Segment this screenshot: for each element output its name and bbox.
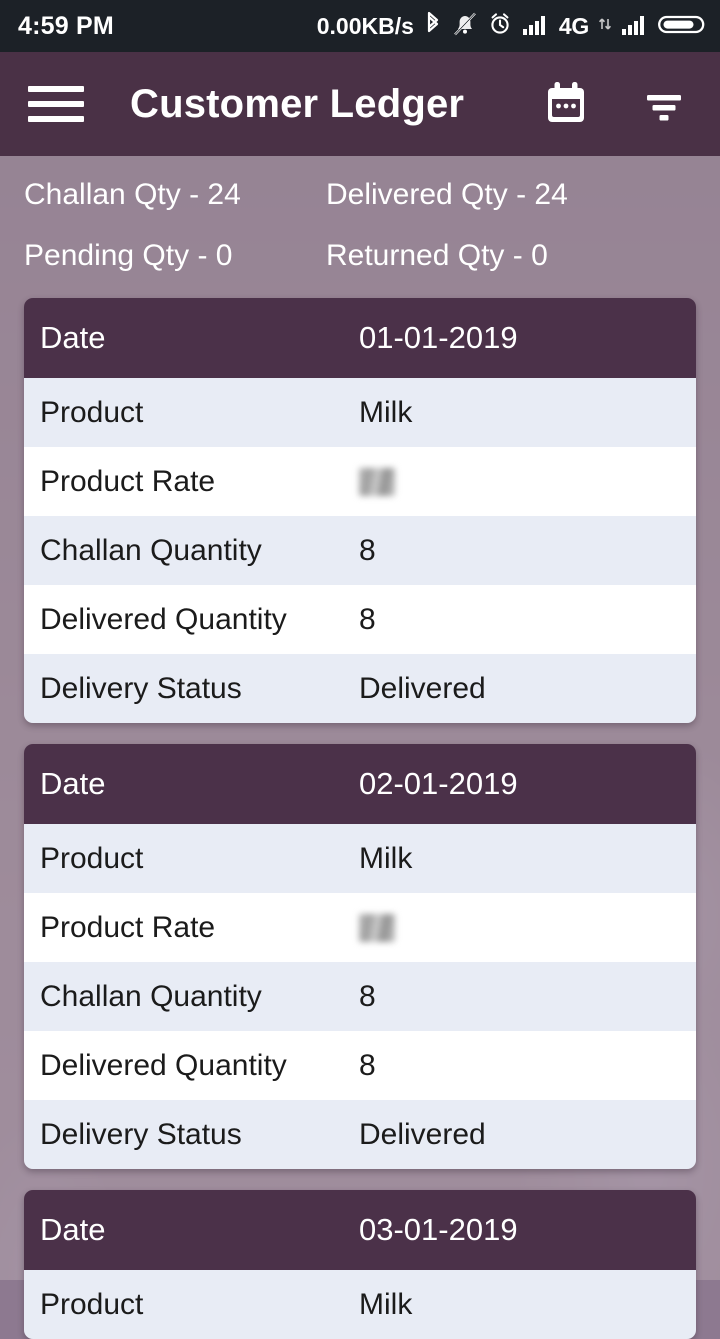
card-header-row: Date 01-01-2019 — [24, 298, 696, 378]
challan-quantity-row: Challan Quantity 8 — [24, 962, 696, 1031]
product-rate-label: Product Rate — [40, 464, 216, 498]
challan-quantity-label: Challan Quantity — [40, 533, 262, 567]
data-transfer-icon — [598, 10, 612, 43]
delivery-status-row: Delivery Status Delivered — [24, 1100, 696, 1169]
status-icons: 0.00KB/s 4G — [317, 10, 706, 43]
challan-quantity-row: Challan Quantity 8 — [24, 516, 696, 585]
delivery-status-row: Delivery Status Delivered — [24, 654, 696, 723]
delivered-quantity-value: 8 — [359, 1048, 376, 1082]
ledger-card[interactable]: Date 03-01-2019 Product Milk — [24, 1190, 696, 1339]
ledger-card-list[interactable]: Date 01-01-2019 Product Milk Product Rat… — [0, 298, 720, 1339]
summary-row-1: Challan Qty - 24 Delivered Qty - 24 — [24, 178, 720, 239]
app-bar: Customer Ledger — [0, 52, 720, 156]
delivery-status-value: Delivered — [359, 1117, 486, 1151]
filter-icon[interactable] — [634, 74, 694, 134]
product-label: Product — [40, 1287, 144, 1321]
alarm-clock-icon — [487, 10, 513, 43]
date-value: 01-01-2019 — [359, 320, 518, 355]
delivered-quantity-value: 8 — [359, 602, 376, 636]
calendar-icon[interactable] — [536, 74, 596, 134]
status-clock: 4:59 PM — [18, 11, 114, 40]
card-header-row: Date 03-01-2019 — [24, 1190, 696, 1270]
product-rate-row: Product Rate — [24, 893, 696, 962]
ledger-card[interactable]: Date 01-01-2019 Product Milk Product Rat… — [24, 298, 696, 723]
date-label: Date — [40, 766, 106, 801]
battery-icon — [658, 10, 706, 43]
product-value: Milk — [359, 395, 413, 429]
summary-band: Challan Qty - 24 Delivered Qty - 24 Pend… — [0, 156, 720, 292]
product-label: Product — [40, 395, 144, 429]
status-bar: 4:59 PM 0.00KB/s 4G — [0, 0, 720, 52]
date-value: 03-01-2019 — [359, 1212, 518, 1247]
product-value: Milk — [359, 1287, 413, 1321]
hamburger-bar-3 — [28, 116, 84, 122]
product-rate-label: Product Rate — [40, 910, 216, 944]
hamburger-bar-2 — [28, 101, 84, 107]
challan-quantity-value: 8 — [359, 979, 376, 1013]
delivered-quantity-label: Delivered Quantity — [40, 1048, 287, 1082]
redacted-value-block — [359, 467, 395, 496]
mute-bell-icon — [452, 10, 478, 43]
network-speed-text: 0.00KB/s — [316, 12, 414, 39]
date-label: Date — [40, 1212, 106, 1247]
product-rate-row: Product Rate — [24, 447, 696, 516]
product-row: Product Milk — [24, 824, 696, 893]
hamburger-bar-1 — [28, 86, 84, 92]
product-value: Milk — [359, 841, 413, 875]
signal-bars-icon — [522, 10, 550, 43]
delivery-status-label: Delivery Status — [40, 1117, 242, 1151]
date-value: 02-01-2019 — [359, 766, 518, 801]
challan-quantity-label: Challan Quantity — [40, 979, 262, 1013]
product-rate-value — [359, 465, 395, 499]
product-rate-value — [359, 911, 395, 945]
product-row: Product Milk — [24, 1270, 696, 1339]
bluetooth-icon — [423, 10, 443, 43]
delivery-status-label: Delivery Status — [40, 671, 242, 705]
challan-quantity-value: 8 — [359, 533, 376, 567]
page-title: Customer Ledger — [130, 81, 465, 126]
summary-row-2: Pending Qty - 0 Returned Qty - 0 — [24, 239, 720, 300]
delivered-quantity-label: Delivered Quantity — [40, 602, 287, 636]
network-type-text: 4G — [558, 12, 589, 39]
product-label: Product — [40, 841, 144, 875]
delivered-quantity-row: Delivered Quantity 8 — [24, 585, 696, 654]
date-label: Date — [40, 320, 106, 355]
returned-qty-summary: Returned Qty - 0 — [326, 239, 548, 272]
card-header-row: Date 02-01-2019 — [24, 744, 696, 824]
ledger-card[interactable]: Date 02-01-2019 Product Milk Product Rat… — [24, 744, 696, 1169]
redacted-value-block — [359, 913, 395, 942]
challan-qty-summary: Challan Qty - 24 — [24, 178, 241, 211]
delivered-qty-summary: Delivered Qty - 24 — [326, 178, 568, 211]
pending-qty-summary: Pending Qty - 0 — [24, 239, 233, 272]
delivered-quantity-row: Delivered Quantity 8 — [24, 1031, 696, 1100]
hamburger-menu-icon[interactable] — [28, 84, 84, 124]
product-row: Product Milk — [24, 378, 696, 447]
signal-bars-2-icon — [621, 10, 649, 43]
delivery-status-value: Delivered — [359, 671, 486, 705]
